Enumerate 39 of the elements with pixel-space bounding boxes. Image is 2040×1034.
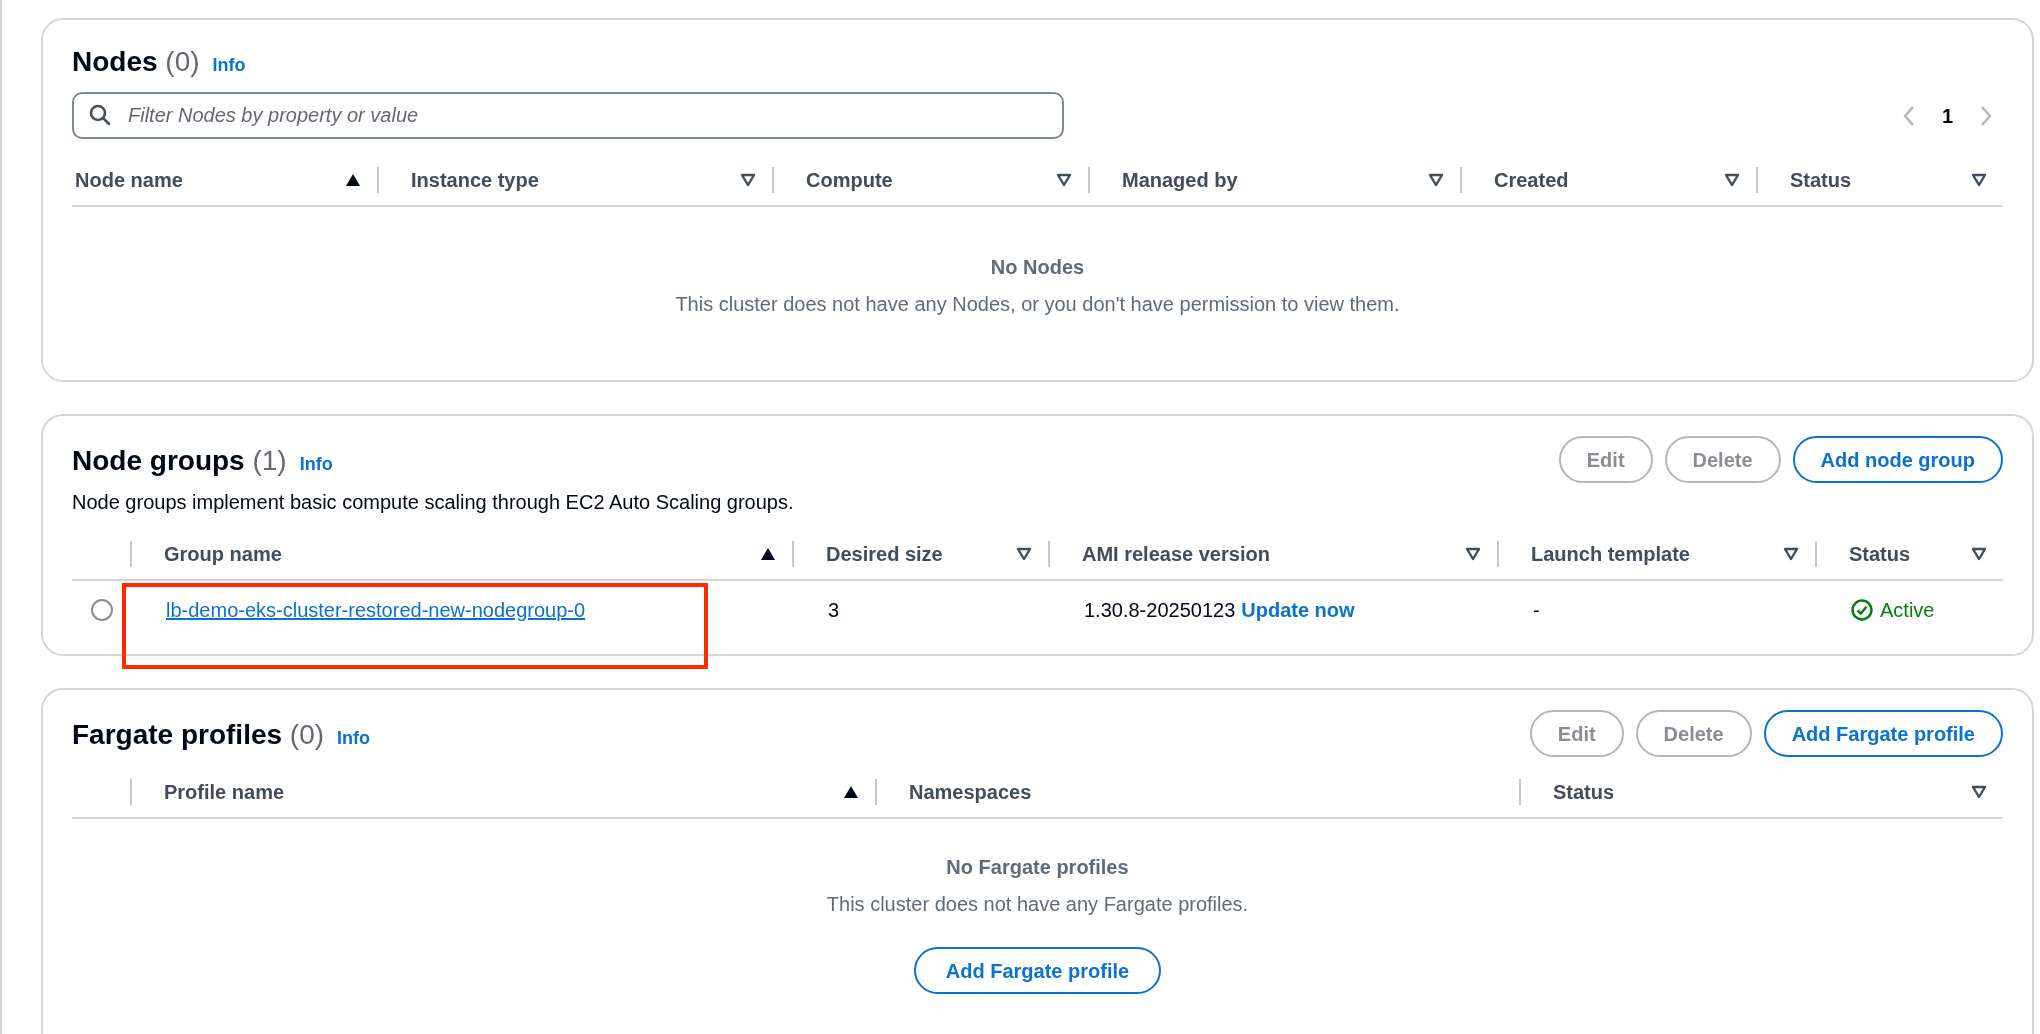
column-header[interactable]: AMI release version: [1082, 539, 1465, 569]
column-header[interactable]: Node name: [75, 165, 345, 195]
section-title: Node groups (1): [72, 443, 287, 478]
column-header[interactable]: Status: [1790, 165, 1971, 195]
column-header[interactable]: Profile name: [164, 777, 843, 807]
update-link[interactable]: Update now: [1241, 595, 1355, 625]
table-cell-text: 1.30.8-20250123: [1084, 598, 1236, 623]
column-header[interactable]: Compute: [806, 165, 1056, 195]
status-text: Active: [1880, 598, 1935, 623]
empty-message: This cluster does not have any Fargate profiles.: [826, 892, 1249, 917]
section-description: Node groups implement basic compute scaling through EC2 Auto Scaling groups.: [72, 490, 795, 515]
column-header[interactable]: Status: [1553, 777, 1971, 807]
column-header[interactable]: Status: [1849, 539, 1971, 569]
section-title: Fargate profiles (0): [72, 717, 325, 752]
table-cell-text: 3: [827, 598, 841, 623]
info-link[interactable]: Info: [212, 52, 246, 79]
column-header[interactable]: Managed by: [1122, 165, 1428, 195]
search-field[interactable]: Filter Nodes by property or value: [72, 92, 1064, 139]
page-number[interactable]: 1: [1941, 100, 1953, 131]
group-name-link[interactable]: lb-demo-eks-cluster-restored-new-nodegroup-0: [166, 599, 586, 621]
empty-title: No Fargate profiles: [946, 855, 1129, 880]
radio-button[interactable]: [91, 599, 113, 621]
info-link[interactable]: Info: [337, 724, 371, 752]
column-header[interactable]: Created: [1494, 165, 1724, 195]
table-cell-text: -: [1532, 598, 1541, 623]
primary-button[interactable]: Add Fargate profile: [1763, 710, 2003, 757]
section-title: Nodes (0): [72, 45, 200, 79]
search-icon: [88, 103, 112, 127]
column-header[interactable]: Desired size: [826, 539, 1016, 569]
primary-button[interactable]: Add node group: [1792, 436, 2003, 483]
column-header[interactable]: Namespaces: [909, 777, 1503, 807]
info-link[interactable]: Info: [299, 450, 333, 478]
column-header[interactable]: Instance type: [411, 165, 740, 195]
success-icon: [1850, 598, 1874, 622]
column-header[interactable]: Launch template: [1531, 539, 1783, 569]
empty-message: This cluster does not have any Nodes, or you don't have permission to view them.: [675, 292, 1400, 317]
empty-title: No Nodes: [990, 255, 1085, 280]
column-header[interactable]: Group name: [164, 539, 760, 569]
primary-button[interactable]: Add Fargate profile: [913, 947, 1162, 994]
